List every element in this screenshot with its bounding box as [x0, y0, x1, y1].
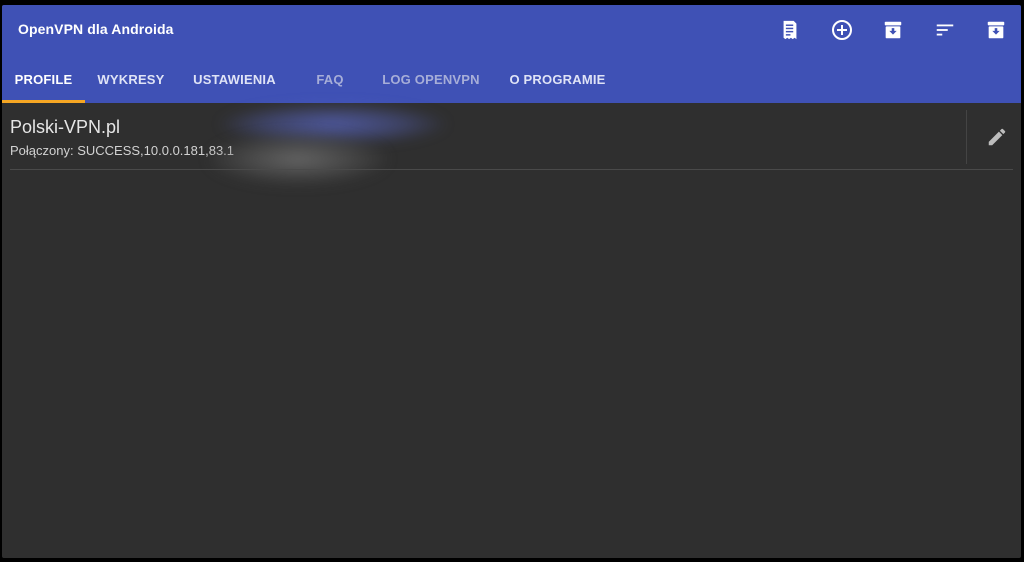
app-bar: OpenVPN dla Androida PROFILE WYKRESY UST…: [2, 5, 1021, 103]
list-divider: [10, 169, 1013, 170]
redaction-blur: [208, 133, 388, 185]
add-profile-button[interactable]: [828, 17, 856, 43]
tab-o-programie[interactable]: O PROGRAMIE: [494, 62, 621, 103]
row-divider: [966, 110, 967, 164]
pencil-icon: [988, 128, 1006, 146]
tab-bar: PROFILE WYKRESY USTAWIENIA FAQ LOG OPENV…: [2, 62, 1021, 103]
download-button[interactable]: [982, 17, 1010, 43]
receipt-icon: [783, 20, 797, 40]
tab-wykresy[interactable]: WYKRESY: [85, 62, 177, 103]
tab-label: O PROGRAMIE: [509, 72, 606, 87]
tab-profile[interactable]: PROFILE: [2, 62, 85, 103]
tab-label: FAQ: [316, 72, 344, 87]
receipt-button[interactable]: [776, 17, 804, 43]
download-archive-icon: [987, 21, 1005, 39]
import-profile-button[interactable]: [879, 17, 907, 43]
sort-button[interactable]: [931, 17, 959, 43]
app-title: OpenVPN dla Androida: [18, 21, 174, 37]
sort-icon: [936, 24, 954, 36]
profile-name: Polski-VPN.pl: [10, 117, 121, 137]
tab-label: USTAWIENIA: [193, 72, 276, 87]
tab-label: PROFILE: [14, 72, 73, 87]
edit-profile-button[interactable]: [984, 124, 1010, 150]
tab-log-openvpn[interactable]: LOG OPENVPN: [368, 62, 494, 103]
add-circle-icon: [832, 20, 852, 40]
tab-faq[interactable]: FAQ: [292, 62, 368, 103]
app-window: OpenVPN dla Androida PROFILE WYKRESY UST…: [2, 5, 1021, 558]
tab-ustawienia[interactable]: USTAWIENIA: [177, 62, 292, 103]
profile-list-item[interactable]: Polski-VPN.pl Połączony: SUCCESS,10.0.0.…: [2, 103, 1021, 185]
profile-status: Połączony: SUCCESS,10.0.0.181,83.1: [10, 143, 235, 158]
tab-label: LOG OPENVPN: [382, 72, 480, 87]
import-archive-icon: [884, 21, 902, 39]
tab-label: WYKRESY: [97, 72, 165, 87]
